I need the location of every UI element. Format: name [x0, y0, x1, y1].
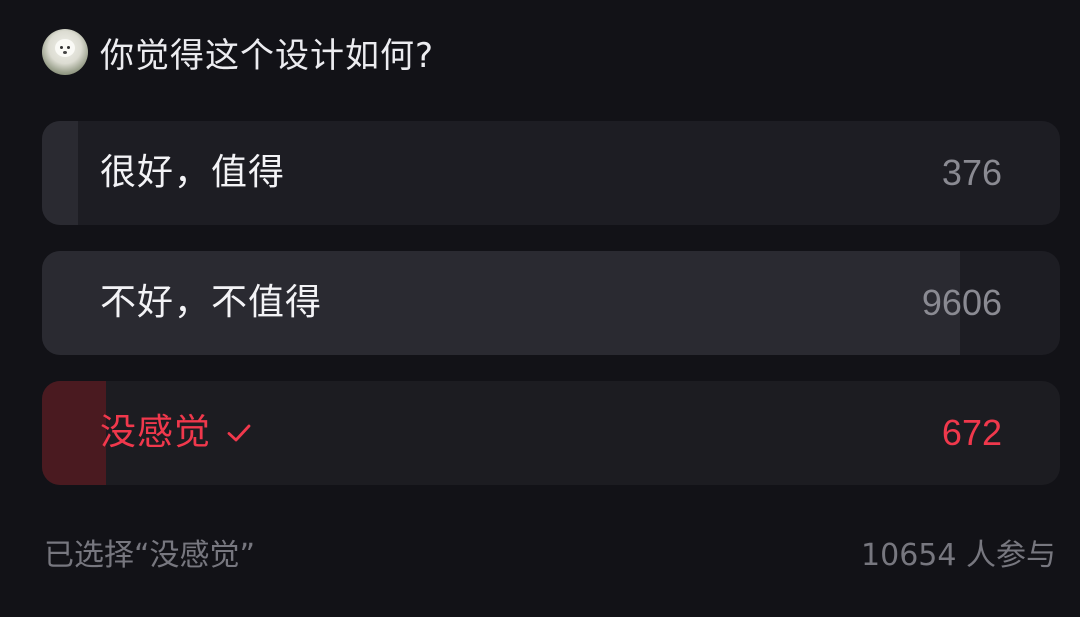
option-label-wrap: 没感觉	[100, 381, 253, 485]
dog-face	[55, 39, 75, 57]
dog-eye	[67, 46, 70, 49]
option-count: 376	[941, 152, 1002, 193]
option-label: 很好，值得	[100, 152, 286, 193]
poll-option-good[interactable]: 很好，值得 376	[42, 121, 1060, 225]
dog-nose	[63, 51, 67, 54]
option-count: 9606	[921, 282, 1002, 323]
check-icon	[227, 424, 251, 442]
poll-option-bad[interactable]: 不好，不值得 9606	[42, 251, 1060, 355]
option-progress-bar	[42, 121, 78, 225]
selected-status: 已选择“没感觉”	[44, 538, 256, 573]
option-label: 没感觉	[100, 412, 212, 453]
option-count: 672	[941, 412, 1002, 453]
poll-option-no-feeling[interactable]: 没感觉 672	[42, 381, 1060, 485]
option-label: 不好，不值得	[100, 282, 323, 323]
poll-header: 你觉得这个设计如何?	[42, 28, 434, 76]
avatar[interactable]	[42, 29, 88, 75]
option-progress-bar	[42, 381, 107, 485]
dog-eye	[60, 46, 63, 49]
poll-question: 你觉得这个设计如何?	[100, 35, 435, 76]
participant-count: 10654 人参与	[861, 538, 1056, 573]
